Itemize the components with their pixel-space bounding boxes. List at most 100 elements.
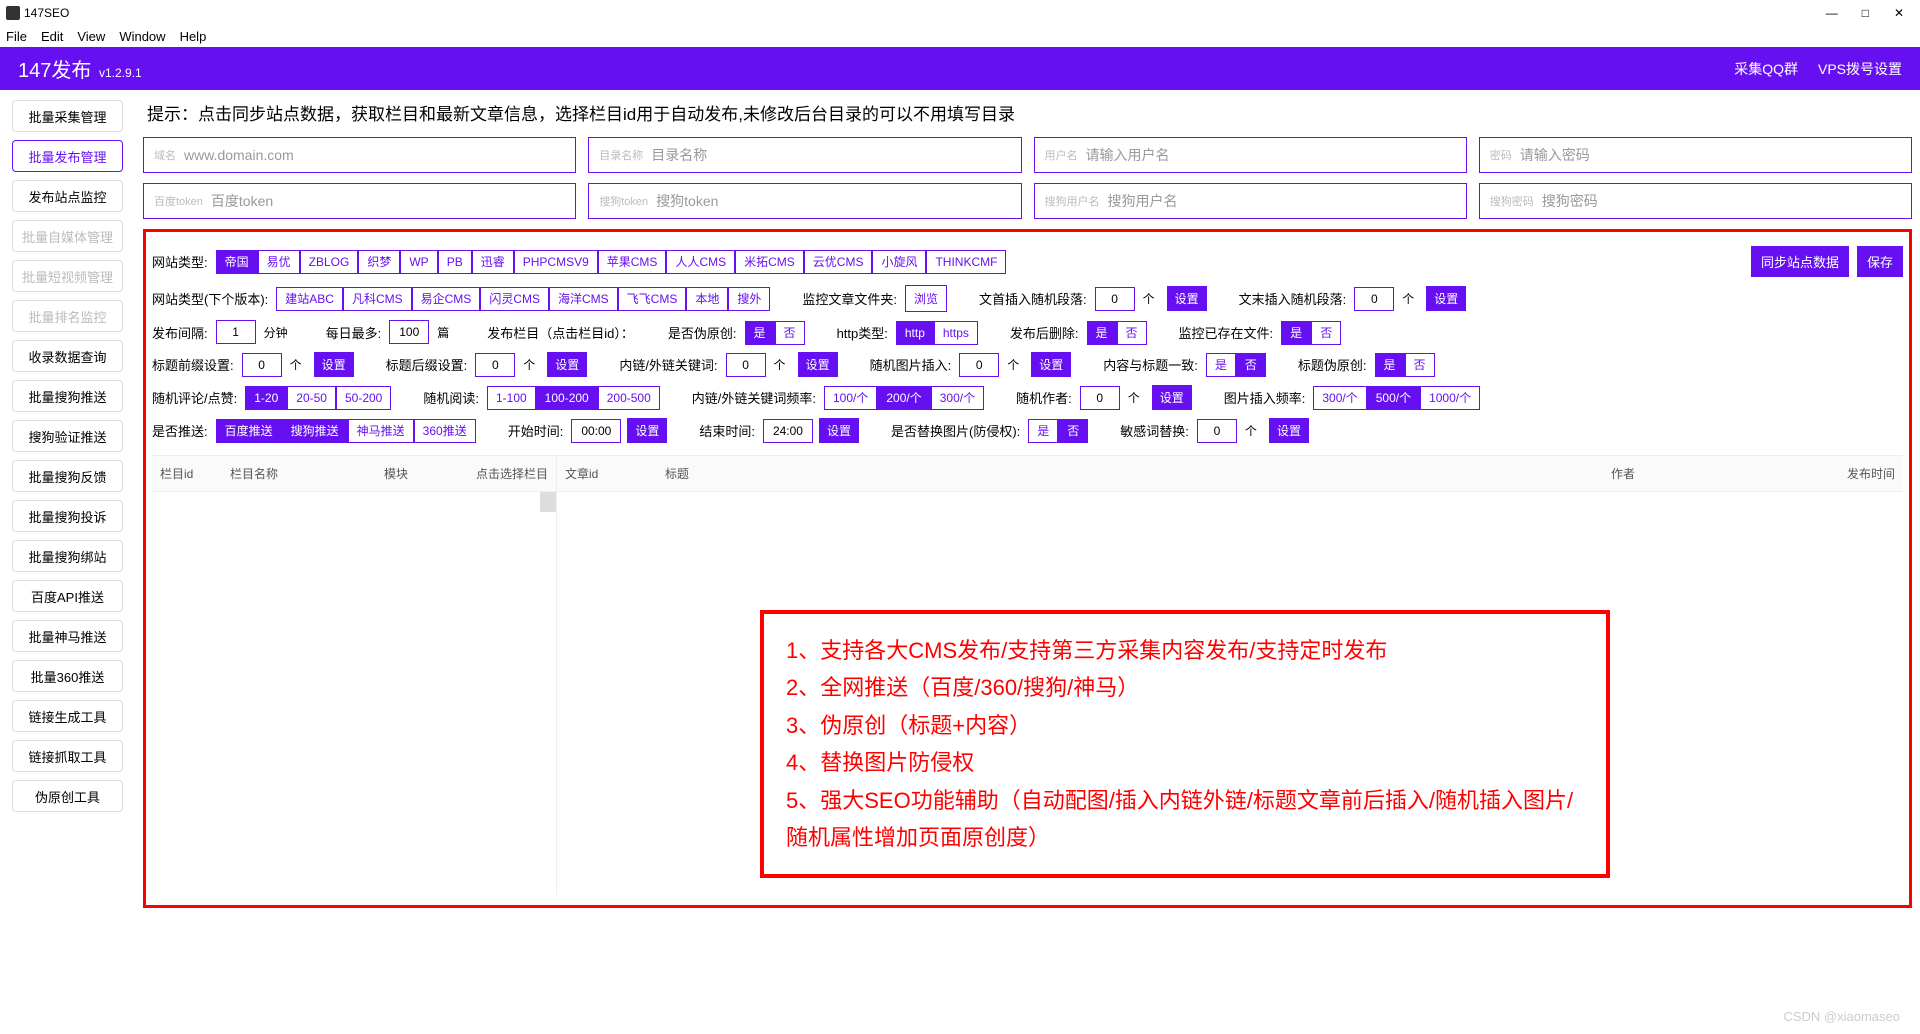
option[interactable]: 是 [1087,321,1117,345]
menu-window[interactable]: Window [119,29,165,44]
option[interactable]: 1-20 [245,386,287,410]
close-button[interactable]: ✕ [1884,6,1914,20]
option[interactable]: ZBLOG [300,250,359,274]
browse-button[interactable]: 浏览 [905,285,947,312]
text-input[interactable] [656,193,1010,209]
option[interactable]: 300/个 [1313,386,1366,410]
option[interactable]: WP [400,250,437,274]
daily-input[interactable] [389,320,429,344]
text-input[interactable] [211,193,565,209]
option[interactable]: 易企CMS [412,287,481,311]
option[interactable]: 帝国 [216,250,258,274]
table-header[interactable]: 栏目id [152,465,222,482]
option[interactable]: 是 [1281,321,1311,345]
start-time-input[interactable] [571,419,621,443]
text-input[interactable] [1086,147,1456,163]
scrollbar[interactable] [540,492,556,512]
option[interactable]: 否 [775,321,805,345]
sidebar-item[interactable]: 链接抓取工具 [12,740,123,772]
minimize-button[interactable]: — [1817,6,1847,20]
sidebar-item[interactable]: 批量360推送 [12,660,123,692]
sidebar-item[interactable]: 批量采集管理 [12,100,123,132]
table-header[interactable]: 发布时间 [1803,465,1903,482]
option[interactable]: 易优 [258,250,300,274]
text-input[interactable] [1542,193,1901,209]
option[interactable]: 否 [1117,321,1147,345]
option[interactable]: 1-100 [487,386,536,410]
sidebar-item[interactable]: 批量发布管理 [12,140,123,172]
option[interactable]: 人人CMS [666,250,735,274]
option[interactable]: THINKCMF [926,250,1006,274]
option[interactable]: https [934,321,978,345]
option[interactable]: 1000/个 [1420,386,1480,410]
option[interactable]: 搜外 [728,287,770,311]
sidebar-item[interactable]: 批量神马推送 [12,620,123,652]
option[interactable]: 50-200 [336,386,391,410]
option[interactable]: 是 [1375,353,1405,377]
option[interactable]: 搜狗推送 [282,419,348,443]
author-input[interactable] [1080,386,1120,410]
option[interactable]: 360推送 [414,419,476,443]
option[interactable]: 凡科CMS [343,287,412,311]
prefix-set[interactable]: 设置 [1167,286,1207,311]
maximize-button[interactable]: □ [1850,6,1880,20]
table-header[interactable]: 作者 [1603,465,1803,482]
table-header[interactable]: 文章id [557,465,657,482]
text-input[interactable] [184,147,565,163]
sidebar-item[interactable]: 伪原创工具 [12,780,123,812]
interval-input[interactable] [216,320,256,344]
option[interactable]: 迅睿 [472,250,514,274]
option[interactable]: 500/个 [1367,386,1420,410]
option[interactable]: http [896,321,934,345]
option[interactable]: 神马推送 [348,419,414,443]
option[interactable]: 是 [1028,419,1058,443]
option[interactable]: 否 [1236,353,1266,377]
text-input[interactable] [1520,147,1901,163]
option[interactable]: 300/个 [931,386,984,410]
titlepre-input[interactable] [242,353,282,377]
menu-edit[interactable]: Edit [41,29,63,44]
sidebar-item[interactable]: 搜狗验证推送 [12,420,123,452]
header-link[interactable]: VPS拨号设置 [1818,61,1902,77]
option[interactable]: 闪灵CMS [480,287,549,311]
option[interactable]: 米拓CMS [735,250,804,274]
table-header[interactable]: 栏目名称 [222,465,376,482]
option[interactable]: 100-200 [536,386,598,410]
menu-view[interactable]: View [77,29,105,44]
option[interactable]: 百度推送 [216,419,282,443]
randimg-input[interactable] [959,353,999,377]
option[interactable]: 飞飞CMS [618,287,687,311]
prefix-input[interactable] [1095,287,1135,311]
action-button[interactable]: 保存 [1857,246,1903,277]
option[interactable]: 20-50 [287,386,336,410]
menu-help[interactable]: Help [180,29,207,44]
suffix-input[interactable] [1354,287,1394,311]
suffix-set[interactable]: 设置 [1426,286,1466,311]
option[interactable]: PB [438,250,472,274]
option[interactable]: 织梦 [358,250,400,274]
option[interactable]: 否 [1311,321,1341,345]
option[interactable]: 云优CMS [804,250,873,274]
option[interactable]: 苹果CMS [598,250,667,274]
sidebar-item[interactable]: 批量搜狗反馈 [12,460,123,492]
sidebar-item[interactable]: 批量搜狗绑站 [12,540,123,572]
sidebar-item[interactable]: 链接生成工具 [12,700,123,732]
table-header[interactable]: 模块 [376,465,456,482]
table-header[interactable]: 点击选择栏目 [456,465,556,482]
action-button[interactable]: 同步站点数据 [1751,246,1849,277]
option[interactable]: 是 [745,321,775,345]
option[interactable]: 建站ABC [276,287,343,311]
option[interactable]: 否 [1405,353,1435,377]
option[interactable]: 200-500 [598,386,660,410]
option[interactable]: 是 [1206,353,1236,377]
text-input[interactable] [651,147,1010,163]
menu-file[interactable]: File [6,29,27,44]
sidebar-item[interactable]: 发布站点监控 [12,180,123,212]
sidebar-item[interactable]: 批量搜狗推送 [12,380,123,412]
end-time-input[interactable] [763,419,813,443]
titlesuf-input[interactable] [475,353,515,377]
header-link[interactable]: 采集QQ群 [1734,61,1798,77]
option[interactable]: 小旋风 [872,250,926,274]
option[interactable]: 本地 [686,287,728,311]
sensitive-input[interactable] [1197,419,1237,443]
